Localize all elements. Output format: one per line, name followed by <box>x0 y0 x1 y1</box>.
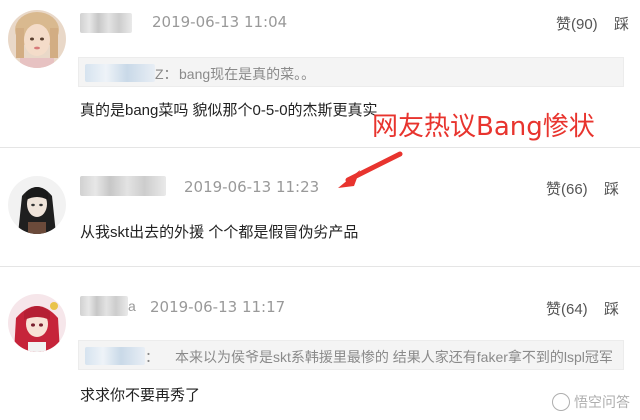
comment-timestamp: 2019-06-13 11:23 <box>184 178 320 196</box>
user-avatar[interactable] <box>8 176 66 234</box>
dark-hair-anime-avatar-icon <box>8 176 66 234</box>
quoted-reply: Z： bang现在是真的菜。。 <box>78 57 624 87</box>
comment-2: 2019-06-13 11:23 赞(66) 踩 从我skt出去的外援 个个都是… <box>0 148 640 266</box>
red-hair-anime-avatar-icon <box>8 294 66 352</box>
wukong-logo-icon <box>552 393 570 411</box>
dislike-button[interactable]: 踩 <box>614 13 629 34</box>
quoted-reply: ： 本来以为侯爷是skt系韩援里最惨的 结果人家还有faker拿不到的lspl冠… <box>78 340 624 370</box>
reply-author[interactable] <box>85 347 145 365</box>
like-button[interactable]: 赞(66) <box>546 178 588 199</box>
like-button[interactable]: 赞(64) <box>546 298 588 319</box>
dislike-button[interactable]: 踩 <box>604 298 619 319</box>
reply-text: 本来以为侯爷是skt系韩援里最惨的 结果人家还有faker拿不到的lspl冠军 <box>175 349 613 365</box>
username[interactable] <box>80 13 132 33</box>
username[interactable] <box>80 176 166 196</box>
dislike-button[interactable]: 踩 <box>604 178 619 199</box>
reply-author-suffix: ： <box>145 349 159 365</box>
comment-text: 真的是bang菜吗 貌似那个0-5-0的杰斯更真实 <box>80 102 378 119</box>
username[interactable] <box>80 296 128 316</box>
girl-portrait-avatar-icon <box>8 10 66 68</box>
reply-text: bang现在是真的菜。。 <box>179 66 316 82</box>
username-suffix[interactable]: a <box>128 298 136 314</box>
user-avatar[interactable] <box>8 10 66 68</box>
watermark-text: 悟空问答 <box>574 394 630 410</box>
annotation-arrow-icon <box>338 151 403 188</box>
watermark: 悟空问答 <box>552 392 630 412</box>
like-button[interactable]: 赞(90) <box>556 13 598 34</box>
comment-timestamp: 2019-06-13 11:04 <box>152 13 288 31</box>
comment-text: 从我skt出去的外援 个个都是假冒伪劣产品 <box>80 224 359 241</box>
comment-text: 求求你不要再秀了 <box>80 387 201 404</box>
comment-timestamp: 2019-06-13 11:17 <box>150 298 286 316</box>
user-avatar[interactable] <box>8 294 66 352</box>
annotation-caption: 网友热议Bang惨状 <box>372 112 595 142</box>
reply-author[interactable] <box>85 64 155 82</box>
reply-author-suffix: Z： <box>155 66 178 82</box>
comment-3: a 2019-06-13 11:17 赞(64) 踩 ： 本来以为侯爷是skt系… <box>0 266 640 420</box>
